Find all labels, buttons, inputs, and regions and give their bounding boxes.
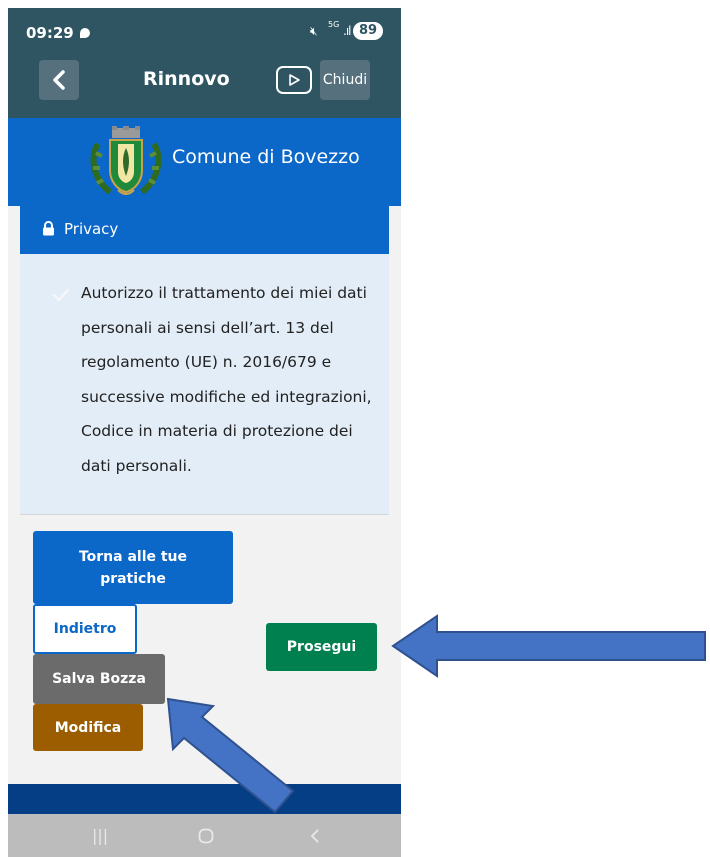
status-time: 09:29 bbox=[26, 24, 90, 42]
play-icon bbox=[289, 74, 300, 86]
lock-icon bbox=[43, 221, 54, 236]
continue-button[interactable]: Prosegui bbox=[266, 623, 377, 671]
recent-apps-icon[interactable]: ||| bbox=[92, 826, 108, 845]
privacy-consent-checkbox[interactable] bbox=[52, 288, 70, 302]
status-bar: 09:29 🔇︎ 5G .ıl 89 bbox=[8, 8, 401, 56]
system-nav-bar: ||| bbox=[8, 814, 401, 857]
chevron-left-icon bbox=[53, 70, 65, 90]
municipality-name: Comune di Bovezzo bbox=[172, 146, 360, 168]
app-bar: Rinnovo Chiudi bbox=[8, 56, 401, 118]
privacy-header-label: Privacy bbox=[64, 220, 119, 238]
privacy-card-header: Privacy bbox=[20, 206, 389, 254]
municipality-header: Comune di Bovezzo bbox=[8, 118, 401, 206]
signal-icon: .ıl bbox=[343, 24, 352, 38]
save-draft-button[interactable]: Salva Bozza bbox=[33, 654, 165, 704]
privacy-consent-text: Autorizzo il trattamento dei miei dati p… bbox=[81, 284, 372, 475]
mute-icon: 🔇︎ bbox=[310, 24, 318, 38]
arrow-left-annotation bbox=[391, 614, 706, 678]
close-button[interactable]: Chiudi bbox=[320, 60, 370, 100]
system-back-icon[interactable] bbox=[310, 828, 320, 844]
back-to-practices-button[interactable]: Torna alle tue pratiche bbox=[33, 531, 233, 604]
battery-level: 89 bbox=[353, 22, 383, 40]
back-button[interactable] bbox=[39, 60, 79, 100]
divider bbox=[20, 514, 389, 515]
network-type: 5G bbox=[328, 20, 340, 29]
chat-notification-icon bbox=[79, 28, 90, 38]
phone-screen: 09:29 🔇︎ 5G .ıl 89 Rinnovo Chiudi Comune… bbox=[8, 8, 401, 857]
municipality-crest-icon bbox=[90, 126, 162, 195]
page-title: Rinnovo bbox=[143, 68, 230, 90]
footer-bar bbox=[8, 784, 401, 814]
edit-button[interactable]: Modifica bbox=[33, 704, 143, 751]
previous-button[interactable]: Indietro bbox=[33, 604, 137, 654]
play-button[interactable] bbox=[276, 66, 312, 94]
home-icon[interactable] bbox=[198, 828, 214, 844]
